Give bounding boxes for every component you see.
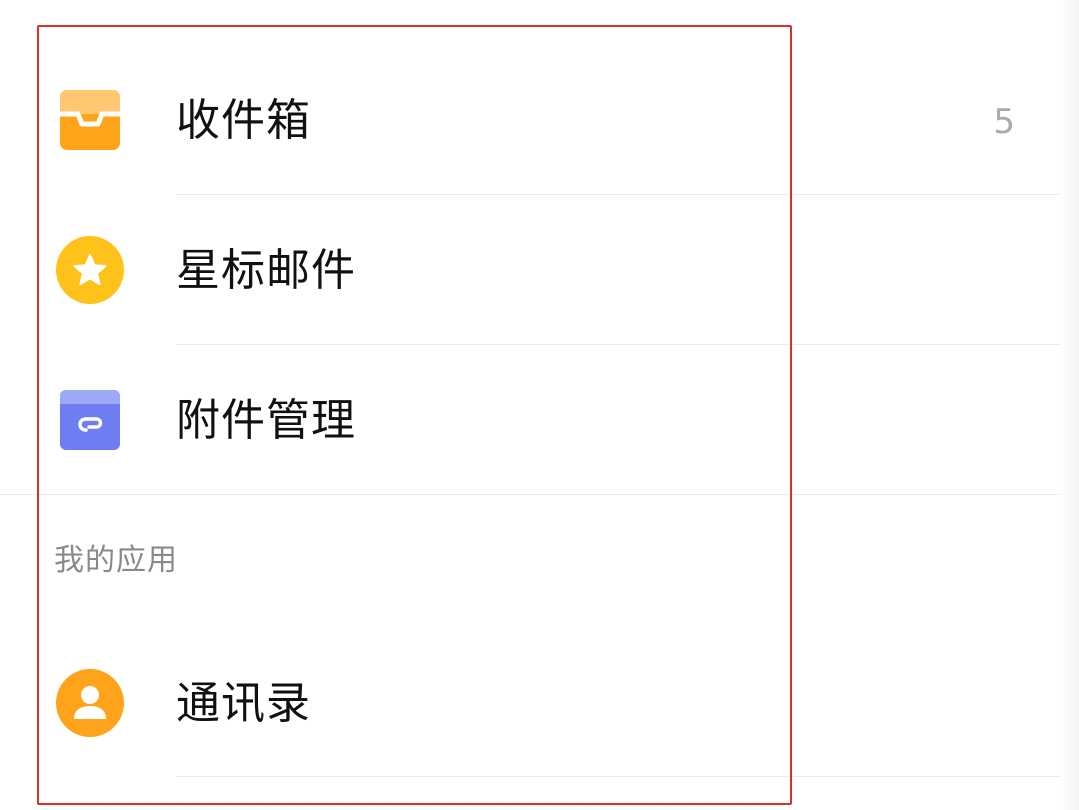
unread-count-badge: 5 [993,102,1015,142]
attachment-folder-icon [60,390,120,450]
row-divider [176,776,1061,777]
inbox-tray-icon [60,90,120,150]
panel-edge-shadow [1061,0,1079,810]
contact-person-icon [56,669,124,737]
app-item-contacts[interactable]: 通讯录 [0,628,1061,778]
folder-item-attachments[interactable]: 附件管理 [0,345,1061,495]
folder-label-starred: 星标邮件 [176,245,356,296]
folder-item-starred[interactable]: 星标邮件 [0,195,1061,345]
app-label-contacts: 通讯录 [176,678,311,729]
section-divider [0,494,1061,495]
folder-label-attachments: 附件管理 [176,395,356,446]
section-title-my-apps: 我的应用 [54,543,178,578]
star-circle-icon [56,236,124,304]
folder-item-inbox[interactable]: 收件箱 5 [0,46,1061,196]
folder-label-inbox: 收件箱 [176,95,311,146]
